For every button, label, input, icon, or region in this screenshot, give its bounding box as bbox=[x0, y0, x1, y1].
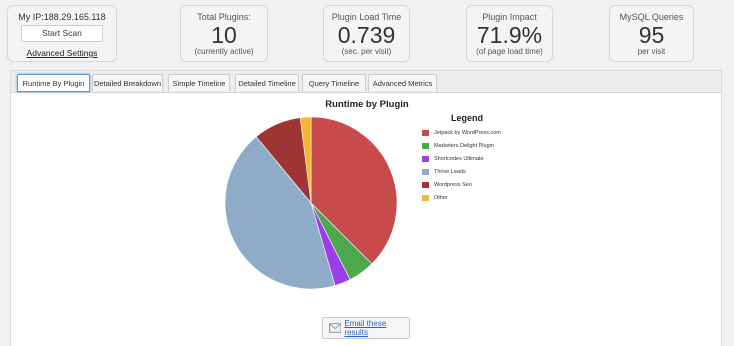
stat-sublabel: (of page load time) bbox=[476, 47, 543, 56]
tab-bar: Runtime By Plugin Detailed Breakdown Sim… bbox=[11, 71, 721, 93]
stat-sublabel: (currently active) bbox=[194, 47, 254, 56]
stat-label: Total Plugins: bbox=[197, 12, 251, 22]
legend-label: Other bbox=[434, 194, 448, 201]
results-panel: Runtime By Plugin Detailed Breakdown Sim… bbox=[10, 70, 722, 346]
tab-detailed-timeline[interactable]: Detailed Timeline bbox=[235, 74, 299, 91]
stat-value: 71.9% bbox=[476, 22, 543, 48]
legend-item: Marketers Delight Plugin bbox=[422, 139, 501, 152]
legend-title: Legend bbox=[451, 113, 484, 123]
start-scan-button[interactable]: Start Scan bbox=[21, 25, 103, 42]
tab-advanced-metrics[interactable]: Advanced Metrics bbox=[368, 74, 437, 91]
stat-sublabel: (sec. per visit) bbox=[341, 47, 392, 56]
tab-runtime-by-plugin[interactable]: Runtime By Plugin bbox=[17, 74, 90, 92]
legend-item: Other bbox=[422, 191, 501, 204]
stat-card-load-time: Plugin Load Time 0.739 (sec. per visit) bbox=[323, 5, 410, 62]
advanced-settings-link[interactable]: Advanced Settings bbox=[8, 48, 116, 58]
legend-label: Wordpress Seo bbox=[434, 181, 472, 188]
stat-card-total-plugins: Total Plugins: 10 (currently active) bbox=[180, 5, 268, 62]
envelope-icon bbox=[329, 323, 342, 333]
chart-title: Runtime by Plugin bbox=[325, 99, 409, 110]
legend-swatch bbox=[422, 168, 429, 175]
tab-detailed-breakdown[interactable]: Detailed Breakdown bbox=[92, 74, 163, 91]
chart-legend: Jetpack by WordPress.com Marketers Deligh… bbox=[422, 126, 501, 204]
legend-item: Shortcodes Ultimate bbox=[422, 152, 501, 165]
tab-simple-timeline[interactable]: Simple Timeline bbox=[168, 74, 230, 91]
legend-item: Wordpress Seo bbox=[422, 178, 501, 191]
stat-label: MySQL Queries bbox=[619, 12, 684, 22]
scanner-card: My IP:188.29.165.118 Start Scan Advanced… bbox=[7, 5, 117, 62]
stat-label: Plugin Load Time bbox=[331, 12, 402, 22]
email-results-button[interactable]: Email these results bbox=[322, 317, 410, 339]
legend-item: Jetpack by WordPress.com bbox=[422, 126, 501, 139]
stat-label: Plugin Impact bbox=[482, 12, 537, 22]
legend-swatch bbox=[422, 194, 429, 201]
legend-swatch bbox=[422, 181, 429, 188]
legend-label: Thrive Leads bbox=[434, 168, 466, 175]
email-results-label: Email these results bbox=[344, 319, 387, 337]
runtime-pie-chart bbox=[224, 116, 398, 290]
legend-label: Jetpack by WordPress.com bbox=[434, 129, 501, 136]
ip-address-label: My IP:188.29.165.118 bbox=[18, 12, 106, 22]
tab-query-timeline[interactable]: Query Timeline bbox=[302, 74, 366, 91]
stat-value: 0.739 bbox=[337, 22, 396, 48]
legend-item: Thrive Leads bbox=[422, 165, 501, 178]
stat-card-mysql-queries: MySQL Queries 95 per visit bbox=[609, 5, 694, 62]
stat-value: 95 bbox=[638, 22, 665, 48]
legend-label: Shortcodes Ultimate bbox=[434, 155, 484, 162]
legend-label: Marketers Delight Plugin bbox=[434, 142, 494, 149]
stat-value: 10 bbox=[211, 22, 237, 48]
legend-swatch bbox=[422, 142, 429, 149]
legend-swatch bbox=[422, 129, 429, 136]
stat-card-plugin-impact: Plugin Impact 71.9% (of page load time) bbox=[466, 5, 553, 62]
legend-swatch bbox=[422, 155, 429, 162]
stat-sublabel: per visit bbox=[637, 47, 666, 56]
